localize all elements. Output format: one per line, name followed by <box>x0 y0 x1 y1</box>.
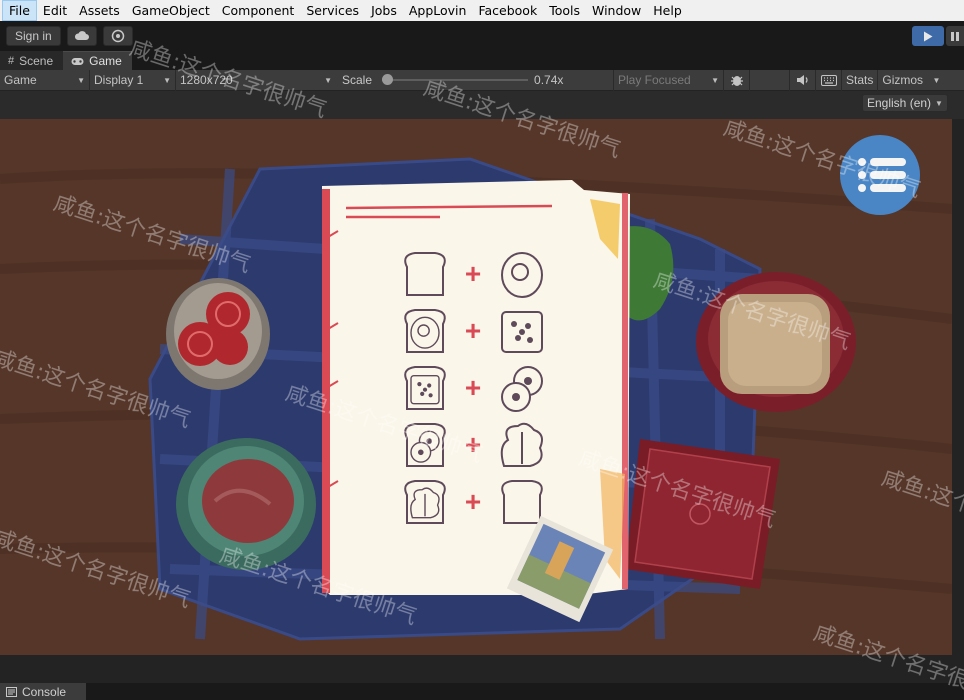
bug-icon <box>730 76 743 86</box>
mute-audio-button[interactable] <box>790 69 816 91</box>
chevron-down-icon: ▼ <box>935 98 943 108</box>
menu-tools[interactable]: Tools <box>543 0 586 21</box>
console-icon <box>6 686 17 697</box>
game-scene: +++++ <box>0 119 952 655</box>
language-value: English (en) <box>867 96 932 110</box>
menu-applovin[interactable]: AppLovin <box>403 0 473 21</box>
chevron-down-icon: ▼ <box>932 75 941 85</box>
keyboard-icon <box>820 74 837 86</box>
view-tabs: # Scene Game <box>0 51 964 70</box>
collab-button[interactable] <box>102 26 133 46</box>
shortcuts-button[interactable] <box>816 69 842 91</box>
gizmos-label: Gizmos <box>882 73 924 87</box>
tab-scene[interactable]: # Scene <box>0 51 64 70</box>
scale-slider[interactable] <box>382 74 529 85</box>
resolution-dropdown[interactable]: 1280x720 ▼ <box>176 70 336 91</box>
spacer <box>750 69 790 91</box>
display-value: Display 1 <box>94 73 144 87</box>
display-dropdown[interactable]: Display 1 ▼ <box>90 69 176 91</box>
pause-button[interactable] <box>946 26 964 46</box>
tab-game-label: Game <box>89 54 122 68</box>
chevron-down-icon: ▼ <box>324 75 332 85</box>
tab-console-label: Console <box>22 684 67 699</box>
view-mode-dropdown[interactable]: Game ▼ <box>0 69 90 91</box>
chevron-down-icon: ▼ <box>163 75 171 85</box>
resolution-value: 1280x720 <box>180 73 233 87</box>
main-toolbar: Sign in <box>0 21 964 51</box>
play-focused-dropdown[interactable]: Play Focused ▼ <box>614 69 724 91</box>
grid-icon: # <box>8 54 15 67</box>
scale-slider-handle[interactable] <box>382 74 394 85</box>
chevron-down-icon: ▼ <box>77 75 85 85</box>
tab-console[interactable]: Console <box>0 683 86 700</box>
bottom-panel-gap <box>0 655 964 683</box>
menu-edit[interactable]: Edit <box>37 0 73 21</box>
menu-file[interactable]: File <box>2 0 37 21</box>
sign-in-button[interactable]: Sign in <box>6 26 61 46</box>
menu-assets[interactable]: Assets <box>73 0 126 21</box>
gizmos-dropdown[interactable]: Gizmos ▼ <box>878 70 944 91</box>
scale-control: Scale 0.74x <box>336 69 614 91</box>
chevron-down-icon: ▼ <box>711 75 719 85</box>
stats-button[interactable]: Stats <box>842 69 879 91</box>
game-viewport[interactable]: + + + + + <box>0 119 952 655</box>
scale-value: 0.74x <box>534 73 564 87</box>
play-focused-value: Play Focused <box>618 73 691 87</box>
menu-help[interactable]: Help <box>647 0 688 21</box>
menu-services[interactable]: Services <box>300 0 365 21</box>
menu-bar: File Edit Assets GameObject Component Se… <box>0 0 964 21</box>
vertical-scrollbar[interactable] <box>952 119 964 655</box>
speaker-icon <box>796 75 808 85</box>
menu-gameobject[interactable]: GameObject <box>126 0 216 21</box>
frame-debugger-button[interactable] <box>724 69 750 91</box>
collab-icon <box>111 29 124 43</box>
scale-label: Scale <box>342 73 373 87</box>
view-mode-value: Game <box>4 73 37 87</box>
menu-facebook[interactable]: Facebook <box>472 0 543 21</box>
game-view-toolbar: Game ▼ Display 1 ▼ 1280x720 ▼ Scale 0.74… <box>0 69 964 91</box>
menu-component[interactable]: Component <box>216 0 301 21</box>
play-icon <box>924 31 933 41</box>
menu-jobs[interactable]: Jobs <box>365 0 403 21</box>
tab-game[interactable]: Game <box>63 51 132 70</box>
cloud-icon <box>74 31 89 40</box>
console-bar: Console <box>0 683 964 700</box>
cloud-button[interactable] <box>66 26 97 46</box>
game-subbar: English (en) ▼ <box>0 91 964 119</box>
gamepad-icon <box>71 57 84 65</box>
pause-icon <box>951 31 954 41</box>
play-button[interactable] <box>912 26 944 46</box>
tab-scene-label: Scene <box>19 53 54 68</box>
language-dropdown[interactable]: English (en) ▼ <box>862 94 948 112</box>
menu-window[interactable]: Window <box>586 0 647 21</box>
